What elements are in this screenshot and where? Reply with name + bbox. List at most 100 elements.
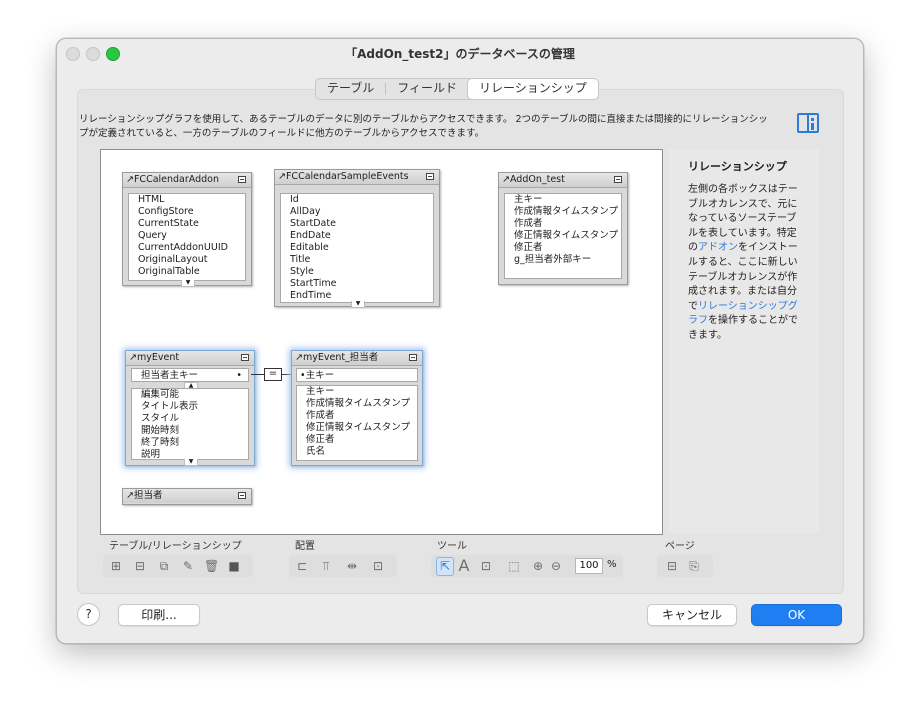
- zoom-unit: %: [607, 559, 617, 570]
- trash-icon[interactable]: 🗑: [204, 559, 219, 573]
- select-tool-icon[interactable]: ⬚: [507, 559, 521, 573]
- field: 終了時刻: [141, 437, 180, 448]
- key-field-label: 主キー: [305, 370, 335, 381]
- align-left-icon[interactable]: ⊏: [295, 559, 309, 573]
- field: 開始時刻: [141, 425, 180, 436]
- field: 作成者: [306, 410, 335, 421]
- table-name: FCCalendarAddon: [133, 174, 220, 185]
- relationship-graph[interactable]: ↗ FCCalendarAddon HTML ConfigStore Curren…: [100, 149, 663, 535]
- arrow-icon: ↗: [295, 352, 303, 363]
- group-label-table-relationship: テーブル/リレーションシップ: [109, 541, 242, 552]
- scroll-down-icon[interactable]: ▼: [184, 459, 198, 466]
- sidebar-text: 左側の各ボックスはテーブルオカレンスで、元になっているソーステーブルを表していま…: [688, 183, 800, 344]
- group-label-arrange: 配置: [295, 541, 315, 552]
- field: Id: [290, 194, 299, 205]
- note-icon[interactable]: ■: [227, 559, 241, 573]
- table-name: FCCalendarSampleEvents: [285, 171, 409, 182]
- arrow-icon: ↗: [126, 490, 134, 501]
- tab-bar: テーブル フィールド リレーションシップ: [315, 78, 599, 100]
- table-name: 担当者: [133, 490, 163, 501]
- field: 修正情報タイムスタンプ: [514, 230, 619, 241]
- table-occurrence-fccalendaraddon[interactable]: ↗FCCalendarAddon HTML ConfigStore Curren…: [122, 172, 252, 287]
- field: Editable: [290, 242, 329, 253]
- field: CurrentState: [138, 218, 199, 229]
- group-label-tools: ツール: [437, 541, 467, 552]
- field: Style: [290, 266, 314, 277]
- cancel-button[interactable]: キャンセル: [647, 604, 737, 626]
- key-field: •主キー: [296, 368, 418, 382]
- table-occurrence-addon-test[interactable]: ↗AddOn_test 主キー 作成情報タイムスタンプ 作成者 修正情報タイムス…: [498, 172, 628, 285]
- page-setup-icon[interactable]: ⎘: [687, 559, 701, 573]
- collapse-icon[interactable]: [241, 354, 249, 361]
- table-occurrence-myevent-tantousha[interactable]: ↗myEvent_担当者 •主キー 主キー 作成情報タイムスタンプ 作成者 修正…: [291, 350, 423, 466]
- add-relationship-icon[interactable]: ⊟: [133, 559, 147, 573]
- field: StartTime: [290, 278, 337, 289]
- field: HTML: [138, 194, 165, 205]
- field: スタイル: [141, 413, 180, 424]
- field: Query: [138, 230, 167, 241]
- table-occurrence-fccalendarsampleevents[interactable]: ↗FCCalendarSampleEvents Id AllDay StartD…: [274, 169, 440, 308]
- field: 氏名: [306, 446, 326, 457]
- key-field: 担当者主キー •: [131, 368, 249, 382]
- resize-icon[interactable]: ⊡: [371, 559, 385, 573]
- scroll-down-icon[interactable]: ▼: [181, 280, 195, 287]
- collapse-icon[interactable]: [409, 354, 417, 361]
- field: EndDate: [290, 230, 331, 241]
- title-bar: 「AddOn_test2」のデータベースの管理: [57, 39, 863, 67]
- addon-link[interactable]: アドオン: [698, 242, 738, 253]
- field: ConfigStore: [138, 206, 194, 217]
- arrange-tools: ⊏ ⫪ ⇹ ⊡: [289, 555, 397, 577]
- info-panel-toggle-icon[interactable]: [797, 113, 819, 133]
- field: 主キー: [514, 194, 543, 205]
- table-name: myEvent: [136, 352, 180, 363]
- print-button[interactable]: 印刷...: [118, 604, 200, 626]
- graph-tools: ⇱ A ⊡ ⬚ ⊕ ⊖ 100 %: [431, 555, 623, 577]
- table-name: AddOn_test: [509, 174, 565, 185]
- duplicate-icon[interactable]: ⧉: [157, 559, 171, 573]
- arrow-icon: ↗: [502, 174, 510, 185]
- edit-pencil-icon[interactable]: ✎: [181, 559, 195, 573]
- pointer-tool-icon[interactable]: ⇱: [436, 557, 454, 576]
- collapse-icon[interactable]: [238, 176, 246, 183]
- field: CurrentAddonUUID: [138, 242, 228, 253]
- table-relationship-tools: ⊞ ⊟ ⧉ ✎ 🗑 ■: [103, 555, 253, 577]
- sidebar-title: リレーションシップ: [688, 160, 787, 173]
- collapse-icon[interactable]: [426, 173, 434, 180]
- group-label-page: ページ: [665, 541, 695, 552]
- page-tools: ⊟ ⎘: [657, 555, 713, 577]
- page-breaks-icon[interactable]: ⊟: [665, 559, 679, 573]
- tab-fields[interactable]: フィールド: [386, 79, 468, 99]
- note-tool-icon[interactable]: ⊡: [479, 559, 493, 573]
- table-occurrence-myevent[interactable]: ↗myEvent 担当者主キー • ▲ 編集可能 タイトル表示 スタイル 開始時…: [125, 350, 255, 466]
- field: g_担当者外部キー: [514, 254, 592, 265]
- expand-icon[interactable]: [238, 492, 246, 499]
- zoom-level-field[interactable]: 100: [575, 558, 603, 574]
- tab-relationships[interactable]: リレーションシップ: [468, 79, 598, 99]
- ok-button[interactable]: OK: [751, 604, 842, 626]
- align-top-icon[interactable]: ⫪: [319, 559, 333, 573]
- field: 作成情報タイムスタンプ: [514, 206, 619, 217]
- table-occurrence-tantousha[interactable]: ↗担当者: [122, 488, 252, 505]
- arrow-icon: ↗: [278, 171, 286, 182]
- zoom-out-icon[interactable]: ⊖: [549, 559, 563, 573]
- distribute-icon[interactable]: ⇹: [345, 559, 359, 573]
- arrow-icon: ↗: [129, 352, 137, 363]
- field-list: 編集可能 タイトル表示 スタイル 開始時刻 終了時刻 説明: [131, 388, 249, 460]
- field: 修正者: [514, 242, 543, 253]
- add-table-icon[interactable]: ⊞: [109, 559, 123, 573]
- key-field-label: 担当者主キー: [141, 370, 199, 381]
- field: StartDate: [290, 218, 336, 229]
- field-list: 主キー 作成情報タイムスタンプ 作成者 修正情報タイムスタンプ 修正者 氏名: [296, 385, 418, 461]
- description-text: リレーションシップグラフを使用して、あるテーブルのデータに別のテーブルからアクセ…: [79, 114, 768, 139]
- field: OriginalLayout: [138, 254, 208, 265]
- text-tool-icon[interactable]: A: [457, 558, 471, 574]
- scroll-down-icon[interactable]: ▼: [351, 301, 365, 308]
- field-list: HTML ConfigStore CurrentState Query Curr…: [128, 193, 246, 281]
- field: 作成情報タイムスタンプ: [306, 398, 411, 409]
- field-list: 主キー 作成情報タイムスタンプ 作成者 修正情報タイムスタンプ 修正者 g_担当…: [504, 193, 622, 279]
- relationship-operator-icon[interactable]: =: [264, 368, 282, 381]
- zoom-in-icon[interactable]: ⊕: [531, 559, 545, 573]
- tab-tables[interactable]: テーブル: [316, 79, 385, 99]
- help-button[interactable]: ?: [77, 603, 100, 626]
- collapse-icon[interactable]: [614, 176, 622, 183]
